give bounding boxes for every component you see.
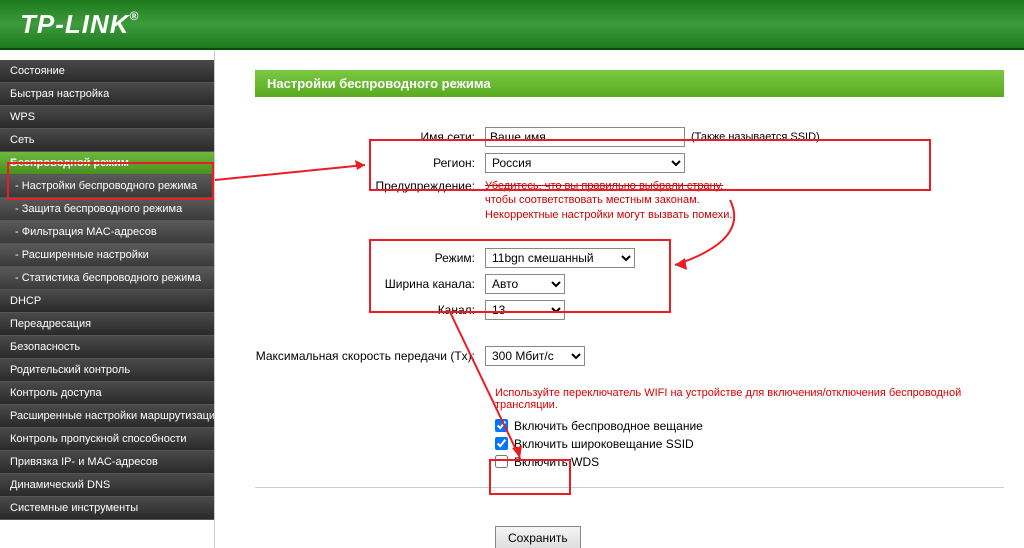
sidebar-item-19[interactable]: Системные инструменты [0,497,214,520]
sidebar-item-0[interactable]: Состояние [0,60,214,83]
sidebar-item-6[interactable]: - Защита беспроводного режима [0,198,214,221]
region-label: Регион: [255,156,485,170]
ssid-note: (Также называется SSID) [691,131,820,143]
width-label: Ширина канала: [255,277,485,291]
cb-ssid-label: Включить широковещание SSID [514,437,694,451]
channel-select[interactable]: 13 [485,300,565,320]
brand-logo: TP-LINK® [20,9,139,40]
reg-mark: ® [130,9,140,23]
maxrate-select[interactable]: 300 Мбит/с [485,346,585,366]
sidebar-item-7[interactable]: - Фильтрация MAC-адресов [0,221,214,244]
sidebar-item-18[interactable]: Динамический DNS [0,474,214,497]
mode-label: Режим: [255,251,485,265]
wifi-hint: Используйте переключатель WIFI на устрой… [255,387,1004,411]
cb-wds-label: Включить WDS [514,455,599,469]
sidebar-item-5[interactable]: - Настройки беспроводного режима [0,175,214,198]
sidebar-item-17[interactable]: Привязка IP- и MAC-адресов [0,451,214,474]
cb-wireless[interactable] [495,419,508,432]
maxrate-label: Максимальная скорость передачи (Tx): [255,349,485,363]
sidebar-item-14[interactable]: Контроль доступа [0,382,214,405]
section-title: Настройки беспроводного режима [255,70,1004,97]
width-select[interactable]: Авто [485,274,565,294]
sidebar: СостояниеБыстрая настройкаWPSСетьБеспров… [0,50,215,548]
warning-label: Предупреждение: [255,179,485,193]
sidebar-item-9[interactable]: - Статистика беспроводного режима [0,267,214,290]
sidebar-item-13[interactable]: Родительский контроль [0,359,214,382]
ssid-label: Имя сети: [255,130,485,144]
header: TP-LINK® [0,0,1024,50]
sidebar-item-11[interactable]: Переадресация [0,313,214,336]
sidebar-item-16[interactable]: Контроль пропускной способности [0,428,214,451]
warning-text: Убедитесь, что вы правильно выбрали стра… [485,179,732,222]
sidebar-item-15[interactable]: Расширенные настройки маршрутизации [0,405,214,428]
brand-text: TP-LINK [20,9,130,39]
channel-label: Канал: [255,303,485,317]
region-select[interactable]: Россия [485,153,685,173]
sidebar-item-1[interactable]: Быстрая настройка [0,83,214,106]
sidebar-item-2[interactable]: WPS [0,106,214,129]
sidebar-item-10[interactable]: DHCP [0,290,214,313]
sidebar-item-3[interactable]: Сеть [0,129,214,152]
cb-wds[interactable] [495,455,508,468]
main-content: Настройки беспроводного режима Имя сети:… [215,50,1024,548]
sidebar-item-12[interactable]: Безопасность [0,336,214,359]
mode-select[interactable]: 11bgn смешанный [485,248,635,268]
sidebar-item-4[interactable]: Беспроводной режим [0,152,214,175]
cb-wireless-label: Включить беспроводное вещание [514,419,703,433]
sidebar-item-8[interactable]: - Расширенные настройки [0,244,214,267]
ssid-input[interactable] [485,127,685,147]
save-button[interactable]: Сохранить [495,526,581,548]
cb-ssid[interactable] [495,437,508,450]
